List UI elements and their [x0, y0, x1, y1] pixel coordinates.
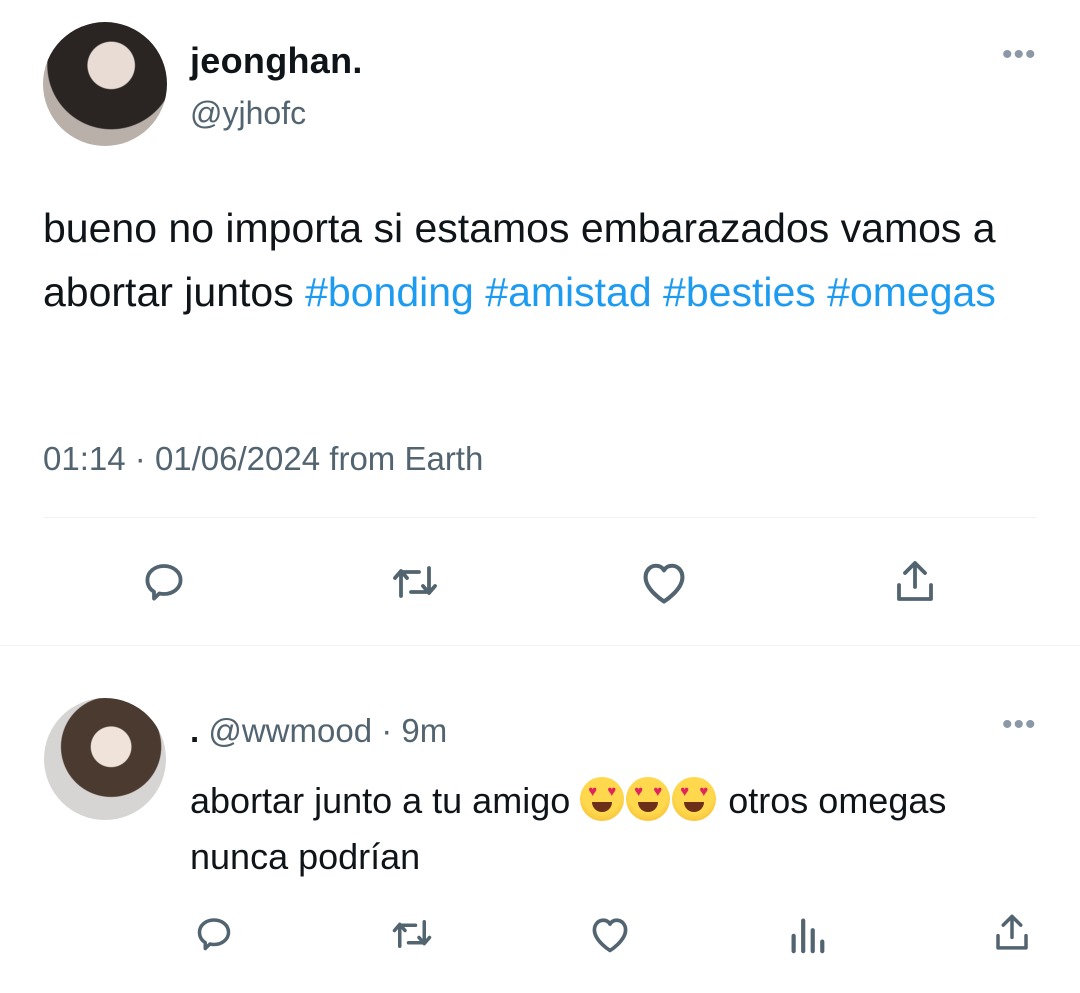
divider: [43, 517, 1037, 518]
share-button[interactable]: [988, 908, 1036, 958]
display-name[interactable]: .: [190, 712, 199, 749]
heart-icon: [592, 918, 628, 953]
hashtag-link[interactable]: #bonding: [305, 269, 474, 315]
share-button[interactable]: [885, 552, 945, 612]
emoji-group: [580, 777, 718, 821]
share-icon: [996, 914, 1028, 950]
analytics-icon: [791, 918, 825, 954]
avatar[interactable]: [44, 698, 166, 820]
like-button[interactable]: [586, 910, 634, 958]
reply-icon: [197, 918, 231, 951]
tweet-date: 01/06/2024: [154, 440, 321, 477]
heart-eyes-emoji-icon: [672, 777, 717, 821]
heart-eyes-emoji-icon: [580, 777, 625, 821]
reply-button[interactable]: [134, 552, 194, 612]
retweet-button[interactable]: [383, 552, 447, 612]
retweet-button[interactable]: [386, 910, 438, 958]
user-handle[interactable]: @yjhofc: [190, 95, 306, 132]
reply-header: . @wwmood · 9m: [190, 712, 447, 750]
reply-button[interactable]: [190, 910, 238, 958]
hashtag-link[interactable]: #omegas: [827, 269, 996, 315]
more-options-icon[interactable]: •••: [1002, 708, 1037, 742]
display-name[interactable]: jeonghan.: [190, 40, 363, 82]
hashtag-link[interactable]: #besties: [663, 269, 816, 315]
tweet-meta: 01:14 · 01/06/2024 from Earth: [43, 440, 483, 478]
more-options-icon[interactable]: •••: [1002, 38, 1037, 72]
heart-eyes-emoji-icon: [626, 777, 671, 821]
like-button[interactable]: [634, 552, 694, 612]
user-handle[interactable]: @wwmood: [208, 712, 372, 749]
avatar[interactable]: [43, 22, 167, 146]
reply-text: abortar junto a tu amigo otros omegas nu…: [190, 773, 990, 885]
reply-icon: [145, 564, 183, 601]
views-button[interactable]: [783, 910, 831, 958]
divider: [0, 645, 1080, 646]
heart-icon: [643, 563, 685, 604]
share-icon: [897, 561, 933, 601]
tweet-source: from Earth: [329, 440, 484, 477]
meta-separator: ·: [134, 440, 146, 477]
tweet-text: bueno no importa si estamos embarazados …: [43, 196, 1033, 324]
reply-age: 9m: [401, 712, 448, 749]
retweet-icon: [393, 566, 437, 598]
reply-body: abortar junto a tu amigo: [190, 780, 571, 821]
meta-separator: ·: [381, 712, 393, 749]
retweet-icon: [392, 920, 432, 948]
hashtag-link[interactable]: #amistad: [485, 269, 651, 315]
tweet-time: 01:14: [43, 440, 126, 477]
